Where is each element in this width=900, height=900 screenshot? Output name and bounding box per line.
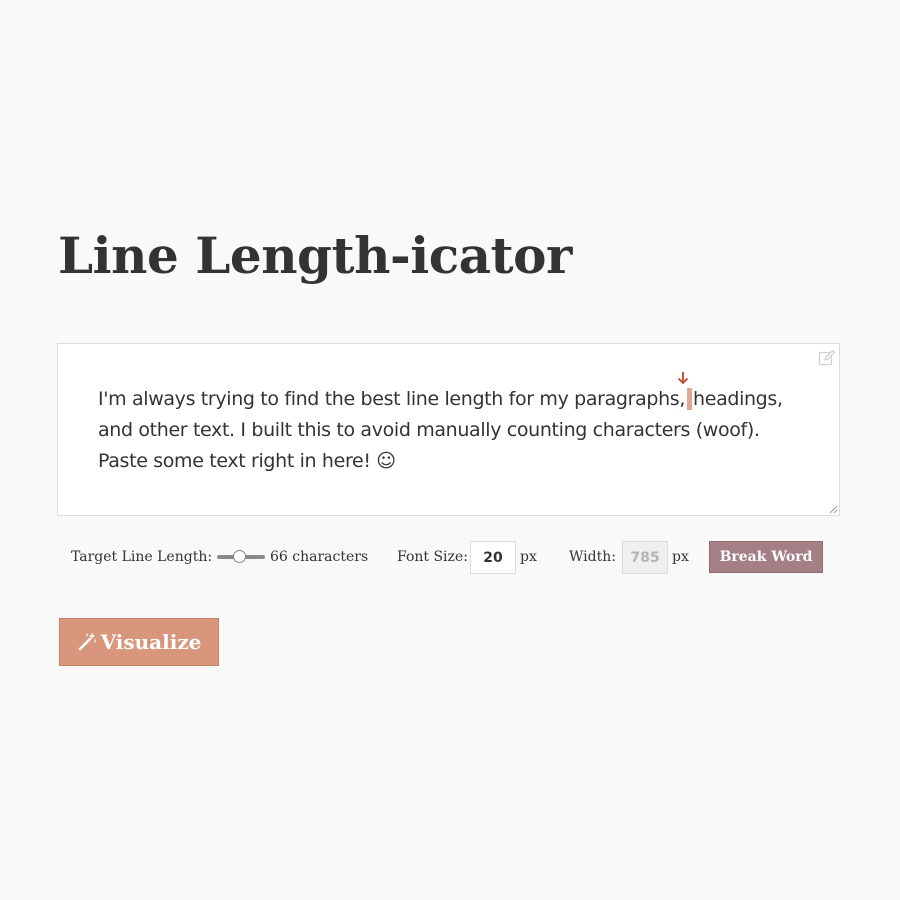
target-line-length-label: Target Line Length: — [71, 549, 213, 565]
editor-line-text: headings, — [693, 388, 783, 410]
editor-line-text: I'm always trying to find the best line … — [98, 388, 686, 410]
target-line-length-slider[interactable] — [217, 549, 265, 565]
font-size-input[interactable] — [470, 541, 516, 574]
line-break-marker-arrow-icon — [677, 372, 689, 384]
line-break-marker — [687, 388, 693, 410]
visualize-button[interactable]: Visualize — [59, 618, 219, 666]
font-size-label: Font Size: — [397, 549, 468, 565]
editor-line: Paste some text right in here! ☺ — [98, 450, 396, 472]
width-input — [622, 541, 668, 574]
font-size-unit: px — [520, 549, 537, 565]
width-unit: px — [672, 549, 689, 565]
page: Line Length-icator I'm always trying to … — [0, 0, 900, 900]
text-editor[interactable]: I'm always trying to find the best line … — [57, 343, 840, 516]
page-title: Line Length-icator — [58, 226, 572, 285]
break-word-button[interactable]: Break Word — [709, 541, 823, 573]
edit-pencil-icon[interactable] — [818, 349, 836, 367]
target-line-length-value: 66 characters — [270, 549, 369, 565]
editor-content[interactable]: I'm always trying to find the best line … — [98, 384, 828, 477]
slider-thumb[interactable] — [233, 550, 246, 563]
magic-wand-icon — [78, 633, 96, 651]
controls-bar: Target Line Length: 66 characters Font S… — [71, 539, 831, 575]
editor-line: I'm always trying to find the best line … — [98, 384, 828, 415]
resize-grip-icon[interactable] — [829, 505, 838, 514]
visualize-label: Visualize — [100, 630, 202, 654]
editor-line: and other text. I built this to avoid ma… — [98, 419, 760, 441]
width-label: Width: — [569, 549, 616, 565]
